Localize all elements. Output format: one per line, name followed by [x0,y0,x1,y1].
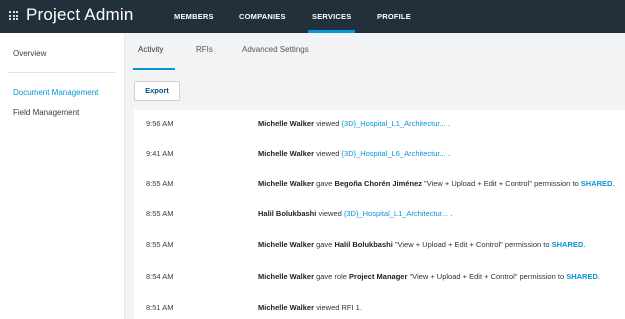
activity-list: 9:56 AM Michelle Walker viewed {3D}_Hosp… [134,110,625,319]
tab-rfis[interactable]: RFIs [196,45,213,54]
activity-message: Michelle Walker gave Begoña Chorén Jimén… [258,179,615,188]
list-item: 8:54 AM Michelle Walker gave role Projec… [134,272,625,302]
activity-message: Michelle Walker viewed {3D}_Hospital_L1_… [258,119,450,128]
sidebar: Overview Document Management Field Manag… [0,33,125,319]
list-item: 8:55 AM Halil Bolukbashi viewed {3D}_Hos… [134,209,625,239]
actor-name: Michelle Walker [258,179,314,188]
nav-profile[interactable]: PROFILE [377,0,411,33]
nav-services[interactable]: SERVICES [307,0,356,33]
document-link[interactable]: {3D}_Hospital_L6_Architectur... [342,149,446,158]
activity-time: 9:41 AM [146,149,174,158]
activity-time: 8:54 AM [146,272,174,281]
actor-name: Michelle Walker [258,119,314,128]
list-item: 9:56 AM Michelle Walker viewed {3D}_Hosp… [134,119,625,149]
sidebar-item-document-management[interactable]: Document Management [13,88,98,97]
folder-link[interactable]: SHARED [581,179,613,188]
activity-time: 8:55 AM [146,240,174,249]
sidebar-divider [8,72,116,73]
document-link[interactable]: {3D}_Hospital_L1_Architectur... [344,209,448,218]
app-title: Project Admin [26,5,134,24]
sidebar-item-overview[interactable]: Overview [13,49,46,58]
list-item: 8:55 AM Michelle Walker gave Halil Boluk… [134,240,625,270]
activity-message: Halil Bolukbashi viewed {3D}_Hospital_L1… [258,209,453,218]
actor-name: Michelle Walker [258,303,314,312]
nav-companies[interactable]: COMPANIES [239,0,286,33]
document-link[interactable]: {3D}_Hospital_L1_Architectur... [342,119,446,128]
top-bar: Project Admin MEMBERS COMPANIES SERVICES… [0,0,625,33]
activity-message: Michelle Walker gave role Project Manage… [258,272,600,281]
tab-activity[interactable]: Activity [138,45,163,54]
folder-link[interactable]: SHARED [566,272,598,281]
activity-message: Michelle Walker viewed {3D}_Hospital_L6_… [258,149,450,158]
apps-grid-icon[interactable] [9,11,18,20]
sub-tabs: Activity RFIs Advanced Settings [125,33,625,70]
active-tab-indicator [133,68,175,70]
target-member: Begoña Chorén Jiménez [334,179,422,188]
actor-name: Michelle Walker [258,149,314,158]
target-member: Halil Bolukbashi [334,240,393,249]
actor-name: Michelle Walker [258,240,314,249]
main-content: Activity RFIs Advanced Settings Export 9… [125,33,625,319]
folder-link[interactable]: SHARED [552,240,584,249]
tab-advanced-settings[interactable]: Advanced Settings [242,45,309,54]
activity-message: Michelle Walker gave Halil Bolukbashi "V… [258,240,586,249]
activity-time: 8:51 AM [146,303,174,312]
actor-name: Michelle Walker [258,272,314,281]
list-item: 8:51 AM Michelle Walker viewed RFI 1. [134,303,625,319]
list-item: 8:55 AM Michelle Walker gave Begoña Chor… [134,179,625,209]
sidebar-item-field-management[interactable]: Field Management [13,108,79,117]
activity-time: 8:55 AM [146,209,174,218]
activity-message: Michelle Walker viewed RFI 1. [258,303,362,312]
activity-time: 8:55 AM [146,179,174,188]
target-role: Project Manager [349,272,408,281]
activity-time: 9:56 AM [146,119,174,128]
nav-members[interactable]: MEMBERS [174,0,214,33]
actor-name: Halil Bolukbashi [258,209,317,218]
list-item: 9:41 AM Michelle Walker viewed {3D}_Hosp… [134,149,625,179]
export-button[interactable]: Export [134,81,180,101]
